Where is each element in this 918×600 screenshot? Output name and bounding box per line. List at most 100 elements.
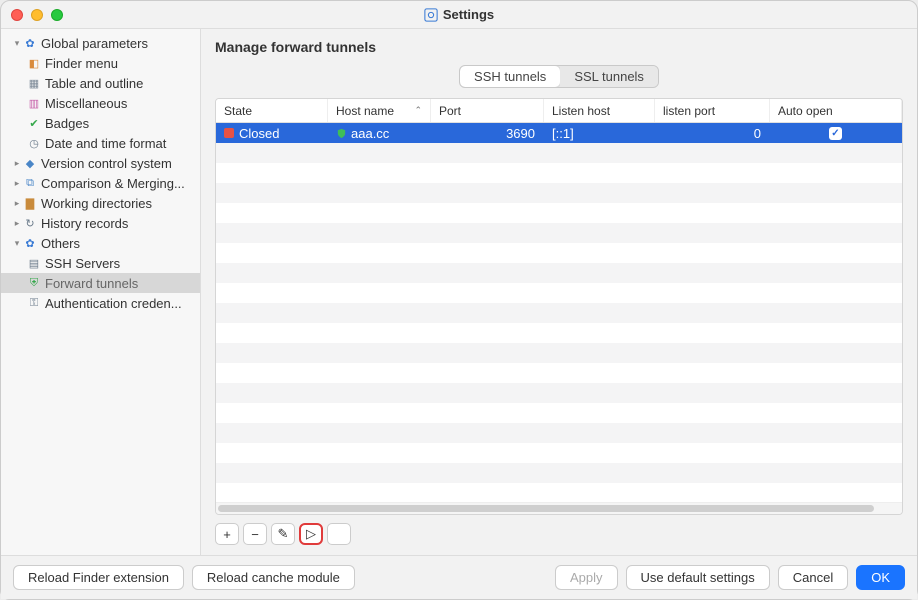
sidebar-group-label: History records <box>41 216 128 231</box>
main-panel: Manage forward tunnels SSH tunnels SSL t… <box>201 29 917 555</box>
col-port[interactable]: Port <box>431 99 544 122</box>
vcs-icon: ◆ <box>23 156 37 170</box>
history-icon: ↻ <box>23 216 37 230</box>
sidebar-item-label: Miscellaneous <box>45 96 127 111</box>
sidebar-group-label: Global parameters <box>41 36 148 51</box>
sidebar-item-finder-menu[interactable]: ◧ Finder menu <box>1 53 200 73</box>
sidebar-item-label: SSH Servers <box>45 256 120 271</box>
finder-icon: ◧ <box>27 56 41 70</box>
sidebar-item-label: Table and outline <box>45 76 143 91</box>
sidebar-group-label: Version control system <box>41 156 172 171</box>
col-auto-open[interactable]: Auto open <box>770 99 902 122</box>
sidebar[interactable]: ▾ ✿ Global parameters ◧ Finder menu ▦ Ta… <box>1 29 201 555</box>
page-title: Manage forward tunnels <box>215 39 903 55</box>
state-closed-icon <box>224 128 234 138</box>
cell-listen-port: 0 <box>655 123 770 143</box>
settings-icon <box>424 8 438 22</box>
shield-icon: ⛨ <box>27 276 41 290</box>
merge-icon: ⧉ <box>23 176 37 190</box>
misc-icon: ▥ <box>27 96 41 110</box>
sort-ascending-icon: ⌃ <box>414 105 422 116</box>
sidebar-group-label: Others <box>41 236 80 251</box>
checkbox-checked-icon[interactable]: ✓ <box>829 127 842 140</box>
play-button[interactable]: ▷ <box>299 523 323 545</box>
table-header: State Host name⌃ Port Listen host listen… <box>216 99 902 123</box>
scrollbar-thumb[interactable] <box>218 505 874 512</box>
tab-ssh-tunnels[interactable]: SSH tunnels <box>460 66 560 87</box>
table-row[interactable]: Closed aaa.cc 3690 [::1] 0 ✓ <box>216 123 902 143</box>
shield-icon <box>336 128 347 139</box>
pencil-icon: ✎ <box>278 526 289 542</box>
sidebar-group-global[interactable]: ▾ ✿ Global parameters <box>1 33 200 53</box>
sidebar-item-label: Authentication creden... <box>45 296 182 311</box>
sidebar-item-badges[interactable]: ✔ Badges <box>1 113 200 133</box>
sidebar-item-ssh-servers[interactable]: ▤ SSH Servers <box>1 253 200 273</box>
sidebar-item-table-outline[interactable]: ▦ Table and outline <box>1 73 200 93</box>
sidebar-group-label: Working directories <box>41 196 152 211</box>
clock-icon: ◷ <box>27 136 41 150</box>
sidebar-item-forward-tunnels[interactable]: ⛨ Forward tunnels <box>1 273 200 293</box>
chevron-right-icon: ▸ <box>11 198 23 209</box>
col-host-name[interactable]: Host name⌃ <box>328 99 431 122</box>
cell-listen-host: [::1] <box>544 123 655 143</box>
add-button[interactable]: + <box>215 523 239 545</box>
sidebar-group-history[interactable]: ▸ ↻ History records <box>1 213 200 233</box>
reload-finder-button[interactable]: Reload Finder extension <box>13 565 184 590</box>
titlebar: Settings <box>1 1 917 29</box>
sidebar-item-label: Finder menu <box>45 56 118 71</box>
sidebar-group-vcs[interactable]: ▸ ◆ Version control system <box>1 153 200 173</box>
gear-icon: ✿ <box>23 36 37 50</box>
reload-cache-button[interactable]: Reload canche module <box>192 565 355 590</box>
table-toolbar: + − ✎ ▷ <box>215 515 903 555</box>
sidebar-item-label: Badges <box>45 116 89 131</box>
sidebar-group-label: Comparison & Merging... <box>41 176 185 191</box>
state-label: Closed <box>239 126 279 141</box>
chevron-right-icon: ▸ <box>11 178 23 189</box>
tunnel-type-tabs: SSH tunnels SSL tunnels <box>215 65 903 88</box>
key-icon: ⚿ <box>27 296 41 310</box>
cancel-button[interactable]: Cancel <box>778 565 848 590</box>
horizontal-scrollbar[interactable] <box>216 502 902 514</box>
minus-icon: − <box>251 527 259 542</box>
chevron-down-icon: ▾ <box>11 238 23 249</box>
settings-window: Settings ▾ ✿ Global parameters ◧ Finder … <box>0 0 918 600</box>
sidebar-group-others[interactable]: ▾ ✿ Others <box>1 233 200 253</box>
apply-button[interactable]: Apply <box>555 565 618 590</box>
segmented-control: SSH tunnels SSL tunnels <box>459 65 659 88</box>
play-icon: ▷ <box>306 526 316 542</box>
row-stripes <box>216 123 902 502</box>
col-listen-port[interactable]: listen port <box>655 99 770 122</box>
folder-icon: ▇ <box>23 196 37 210</box>
tab-ssl-tunnels[interactable]: SSL tunnels <box>560 66 658 87</box>
remove-button[interactable]: − <box>243 523 267 545</box>
cell-port: 3690 <box>431 123 544 143</box>
sidebar-item-datetime[interactable]: ◷ Date and time format <box>1 133 200 153</box>
window-title-text: Settings <box>443 7 494 22</box>
gear-icon: ✿ <box>23 236 37 250</box>
edit-button[interactable]: ✎ <box>271 523 295 545</box>
extra-button[interactable] <box>327 523 351 545</box>
sidebar-item-auth-credentials[interactable]: ⚿ Authentication creden... <box>1 293 200 313</box>
col-state[interactable]: State <box>216 99 328 122</box>
chevron-down-icon: ▾ <box>11 38 23 49</box>
table-body[interactable]: Closed aaa.cc 3690 [::1] 0 ✓ <box>216 123 902 502</box>
tunnels-table: State Host name⌃ Port Listen host listen… <box>215 98 903 515</box>
sidebar-item-label: Date and time format <box>45 136 166 151</box>
col-listen-host[interactable]: Listen host <box>544 99 655 122</box>
cell-state: Closed <box>216 123 328 143</box>
check-circle-icon: ✔ <box>27 116 41 130</box>
sidebar-group-workingdir[interactable]: ▸ ▇ Working directories <box>1 193 200 213</box>
chevron-right-icon: ▸ <box>11 218 23 229</box>
server-icon: ▤ <box>27 256 41 270</box>
sidebar-item-label: Forward tunnels <box>45 276 138 291</box>
host-label: aaa.cc <box>351 126 389 141</box>
cell-host: aaa.cc <box>328 123 431 143</box>
cell-auto-open: ✓ <box>770 123 902 143</box>
plus-icon: + <box>223 527 231 542</box>
sidebar-item-misc[interactable]: ▥ Miscellaneous <box>1 93 200 113</box>
use-defaults-button[interactable]: Use default settings <box>626 565 770 590</box>
ok-button[interactable]: OK <box>856 565 905 590</box>
window-body: ▾ ✿ Global parameters ◧ Finder menu ▦ Ta… <box>1 29 917 555</box>
sidebar-group-compare[interactable]: ▸ ⧉ Comparison & Merging... <box>1 173 200 193</box>
dialog-footer: Reload Finder extension Reload canche mo… <box>1 555 917 599</box>
